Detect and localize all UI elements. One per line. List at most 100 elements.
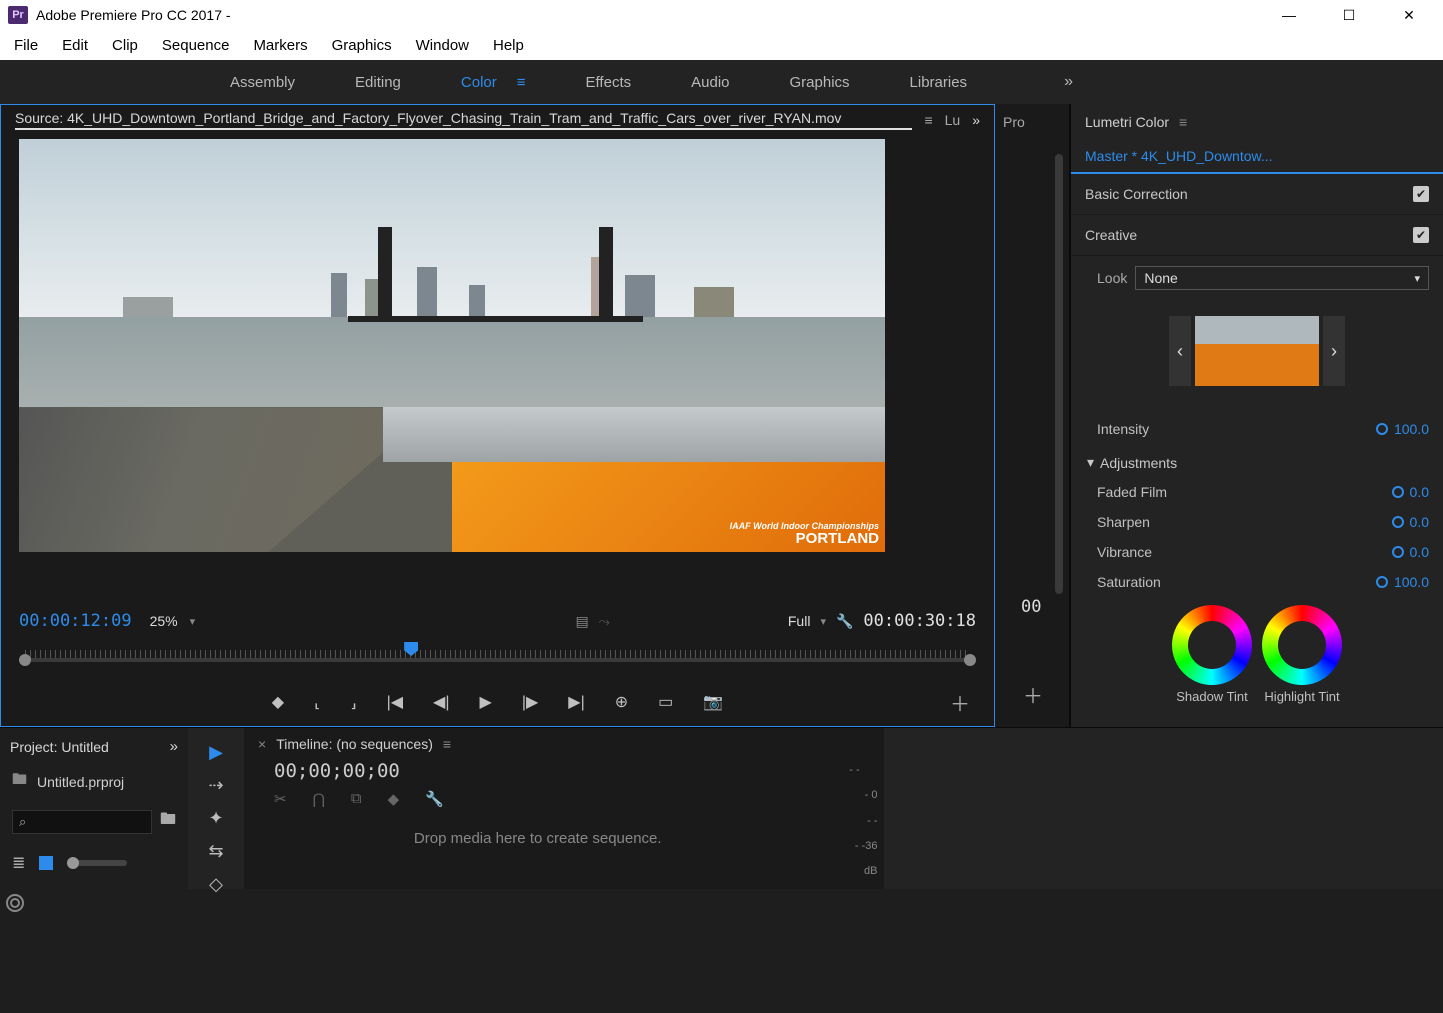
audio-meters: - - - 0 - - - -36 dB — [832, 728, 884, 889]
highlight-tint-label: Highlight Tint — [1262, 685, 1342, 704]
selection-tool[interactable]: ▶ — [204, 742, 228, 763]
source-tab[interactable]: Source: 4K_UHD_Downtown_Portland_Bridge_… — [15, 110, 912, 130]
scrubber-in-handle[interactable] — [19, 654, 31, 666]
source-current-timecode[interactable]: 00:00:12:09 — [19, 611, 132, 631]
sharpen-label: Sharpen — [1097, 514, 1150, 530]
saturation-value[interactable]: 100.0 — [1376, 574, 1429, 590]
source-video-viewport[interactable]: IAAF World Indoor ChampionshipsPORTLAND — [1, 135, 994, 606]
magnet-button[interactable]: ⋂ — [313, 790, 325, 808]
overwrite-button[interactable]: ▭ — [658, 692, 673, 712]
scrollbar[interactable] — [1055, 154, 1063, 594]
step-forward-button[interactable]: |▶ — [522, 692, 538, 712]
add-marker-button[interactable]: ◆ — [272, 692, 284, 712]
menu-graphics[interactable]: Graphics — [322, 35, 402, 56]
button-editor-icon[interactable]: ＋ — [1023, 680, 1043, 709]
maximize-button[interactable]: ☐ — [1331, 7, 1367, 24]
go-to-out-button[interactable]: ▶| — [568, 692, 584, 712]
workspace-overflow-icon[interactable]: » — [1064, 73, 1073, 91]
highlight-tint-wheel[interactable] — [1262, 605, 1342, 685]
panel-overflow-icon[interactable]: » — [170, 738, 178, 755]
sharpen-value[interactable]: 0.0 — [1392, 514, 1429, 530]
lumetri-section-basic-correction[interactable]: Basic Correction ✔ — [1071, 174, 1443, 215]
resolution-select[interactable]: Full — [788, 613, 811, 629]
panel-overflow-icon[interactable]: » — [972, 112, 980, 128]
creative-cloud-icon[interactable] — [6, 894, 24, 912]
timeline-drop-hint[interactable]: Drop media here to create sequence. — [258, 812, 818, 865]
panel-menu-icon[interactable]: ≡ — [443, 736, 451, 752]
source-tab-lumetri[interactable]: Lu — [945, 112, 961, 128]
razor-tool[interactable]: ◇ — [204, 874, 228, 895]
timeline-timecode[interactable]: 00;00;00;00 — [258, 760, 818, 786]
chevron-down-icon: ▾ — [820, 615, 826, 628]
close-button[interactable]: ✕ — [1391, 7, 1427, 24]
menu-window[interactable]: Window — [406, 35, 479, 56]
mark-out-button[interactable]: ⸥ — [350, 692, 356, 712]
collapsed-tab-program[interactable]: Pro — [1003, 114, 1025, 130]
source-scrubber[interactable] — [1, 636, 994, 678]
look-next-button[interactable]: › — [1323, 316, 1345, 386]
vibrance-value[interactable]: 0.0 — [1392, 544, 1429, 560]
workspace-color[interactable]: Color — [461, 70, 497, 95]
chevron-down-icon: ▾ — [190, 615, 196, 628]
icon-view-button[interactable] — [39, 856, 53, 870]
marker-button[interactable]: ◆ — [388, 790, 400, 808]
project-search-input[interactable]: ⌕ — [12, 810, 152, 834]
panel-menu-icon[interactable]: ≡ — [1179, 114, 1187, 130]
panel-menu-icon[interactable]: ≡ — [924, 112, 932, 128]
faded-film-value[interactable]: 0.0 — [1392, 484, 1429, 500]
minimize-button[interactable]: — — [1271, 7, 1307, 24]
list-view-button[interactable]: ≣ — [12, 853, 25, 873]
play-button[interactable]: ▶ — [480, 692, 492, 712]
lumetri-section-creative[interactable]: Creative ✔ — [1071, 215, 1443, 256]
new-bin-button[interactable]: 🖿 — [160, 808, 176, 835]
workspace-menu-icon[interactable]: ≡ — [517, 74, 526, 91]
program-timecode-fragment: 00 — [1021, 597, 1041, 617]
go-to-in-button[interactable]: |◀ — [387, 692, 403, 712]
workspace-graphics[interactable]: Graphics — [790, 70, 850, 95]
workspace-effects[interactable]: Effects — [586, 70, 632, 95]
creative-toggle[interactable]: ✔ — [1413, 227, 1429, 243]
slip-tool[interactable]: ⇆ — [204, 841, 228, 862]
scrubber-out-handle[interactable] — [964, 654, 976, 666]
settings-wrench-icon[interactable]: 🔧 — [425, 790, 444, 808]
project-title[interactable]: Project: Untitled — [10, 739, 109, 755]
lumetri-color-panel: Lumetri Color≡ Master * 4K_UHD_Downtow..… — [1070, 104, 1443, 727]
basic-correction-toggle[interactable]: ✔ — [1413, 186, 1429, 202]
menu-file[interactable]: File — [4, 35, 48, 56]
snap-button[interactable]: ✂ — [274, 790, 287, 808]
track-select-tool[interactable]: ⇢ — [204, 775, 228, 796]
shadow-tint-wheel[interactable] — [1172, 605, 1252, 685]
workspace-libraries[interactable]: Libraries — [910, 70, 968, 95]
look-prev-button[interactable]: ‹ — [1169, 316, 1191, 386]
source-monitor-panel: Source: 4K_UHD_Downtown_Portland_Bridge_… — [0, 104, 995, 727]
workspace-assembly[interactable]: Assembly — [230, 70, 295, 95]
audio-only-drag-icon[interactable]: ⤳ — [599, 613, 610, 630]
insert-button[interactable]: ⊕ — [615, 692, 628, 712]
project-panel: Project: Untitled» 🖿Untitled.prproj ⌕ 🖿 … — [0, 728, 188, 889]
settings-wrench-icon[interactable]: 🔧 — [836, 613, 853, 630]
menu-help[interactable]: Help — [483, 35, 534, 56]
export-frame-button[interactable]: 📷 — [703, 692, 723, 712]
menu-edit[interactable]: Edit — [52, 35, 98, 56]
lumetri-master-clip-label[interactable]: Master * 4K_UHD_Downtow... — [1071, 140, 1443, 174]
look-select[interactable]: None▾ — [1135, 266, 1429, 290]
workspace-editing[interactable]: Editing — [355, 70, 401, 95]
thumbnail-size-slider[interactable] — [67, 860, 127, 866]
button-editor-icon[interactable]: ＋ — [950, 688, 970, 717]
intensity-value[interactable]: 100.0 — [1376, 421, 1429, 437]
menu-markers[interactable]: Markers — [243, 35, 317, 56]
mark-in-button[interactable]: ⸤ — [314, 692, 320, 712]
workspace-audio[interactable]: Audio — [691, 70, 729, 95]
menu-clip[interactable]: Clip — [102, 35, 148, 56]
zoom-level-select[interactable]: 25%▾ — [150, 613, 196, 629]
menu-sequence[interactable]: Sequence — [152, 35, 240, 56]
ripple-edit-tool[interactable]: ✦ — [204, 808, 228, 829]
video-only-drag-icon[interactable]: ▤ — [575, 613, 588, 630]
saturation-label: Saturation — [1097, 574, 1161, 590]
collapsed-panel-strip: Pro 00 ＋ — [995, 104, 1070, 727]
close-tab-icon[interactable]: × — [258, 736, 266, 752]
linked-selection-button[interactable]: ⧉ — [351, 790, 362, 808]
look-label: Look — [1097, 270, 1127, 286]
step-back-button[interactable]: ◀| — [433, 692, 449, 712]
adjustments-disclosure[interactable]: ▾Adjustments — [1085, 444, 1429, 477]
